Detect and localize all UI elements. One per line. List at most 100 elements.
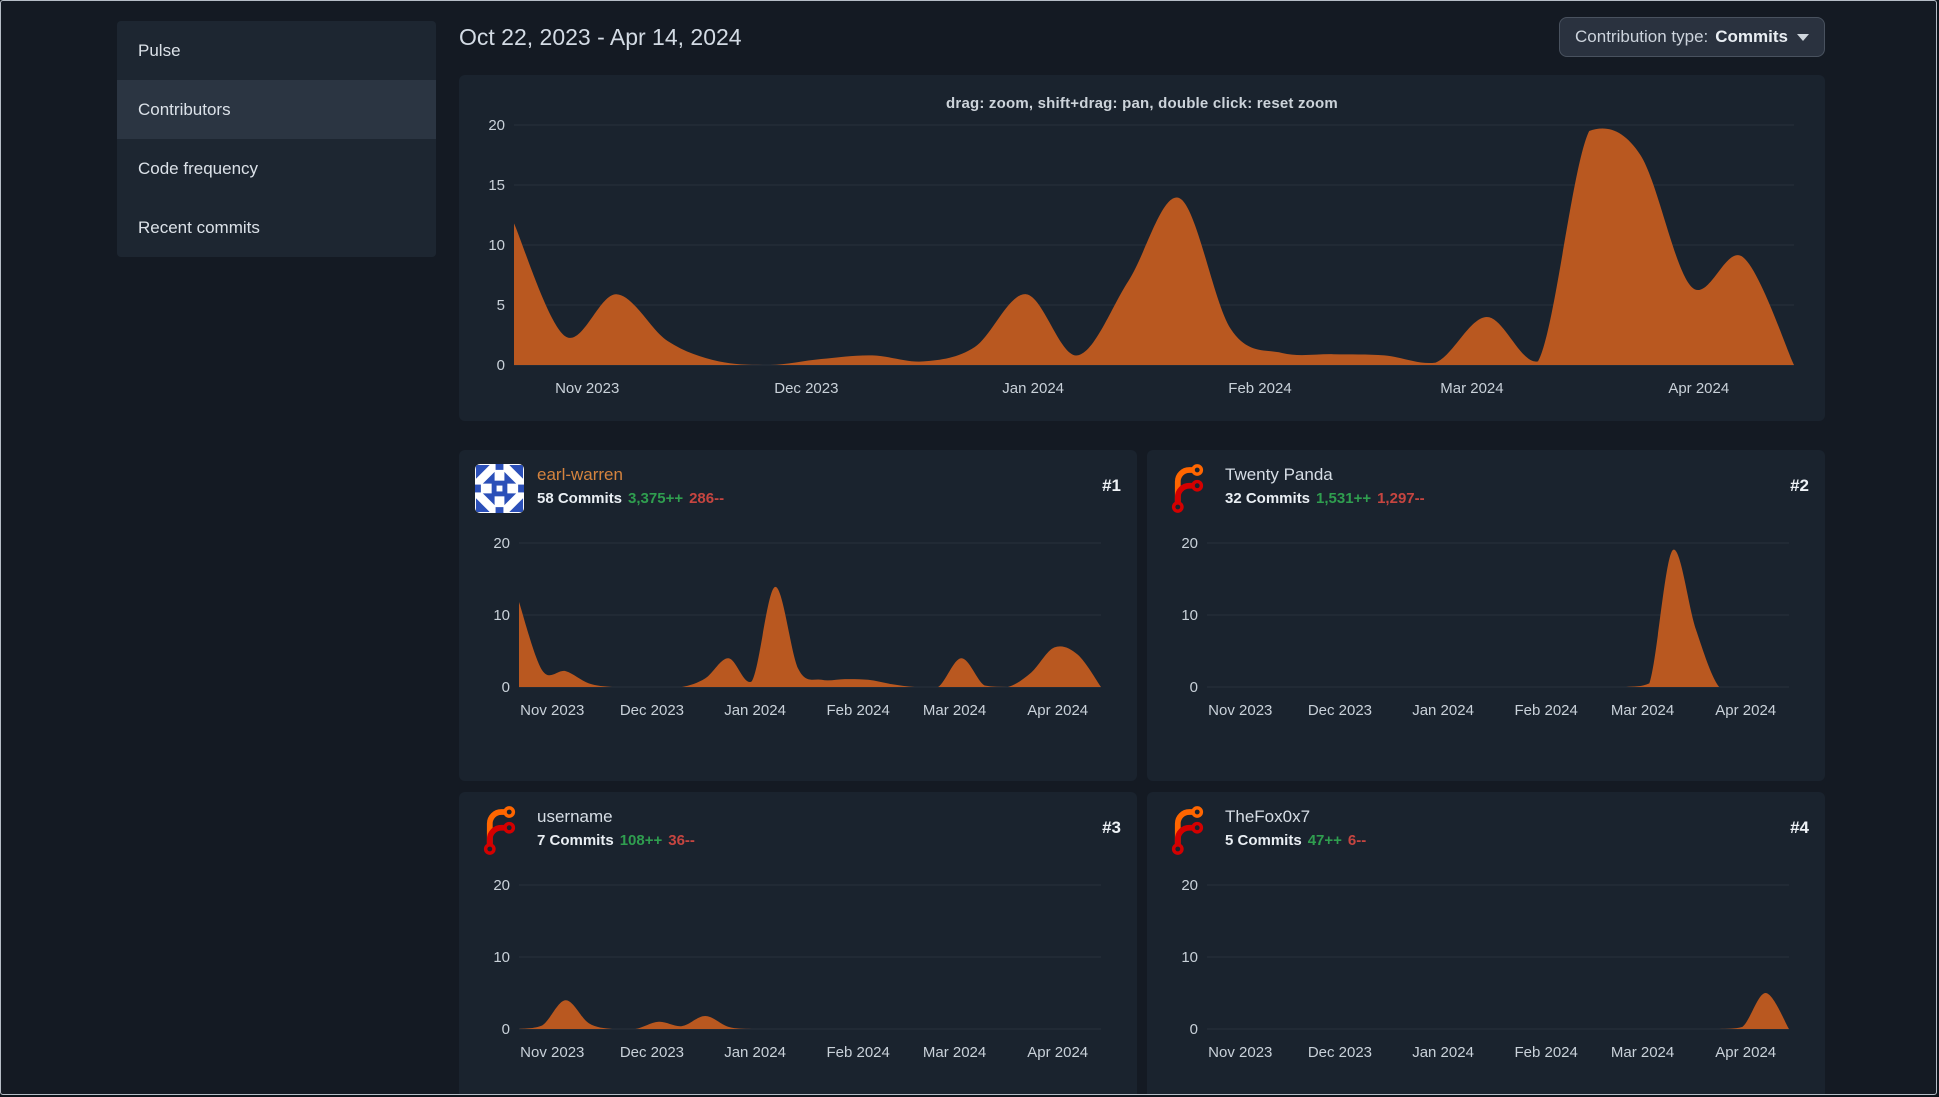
deletions-count: 1,297--	[1377, 490, 1425, 507]
main-content: Oct 22, 2023 - Apr 14, 2024 Contribution…	[459, 1, 1825, 1094]
additions-count: 47++	[1307, 832, 1342, 849]
svg-text:Feb 2024: Feb 2024	[826, 702, 889, 719]
commit-count: 32 Commits	[1225, 490, 1311, 507]
commit-count: 5 Commits	[1225, 832, 1302, 849]
additions-count: 1,531++	[1316, 490, 1372, 507]
svg-text:20: 20	[493, 535, 510, 552]
contribution-type-value: Commits	[1715, 27, 1788, 46]
commit-count: 7 Commits	[537, 832, 614, 849]
sidebar-item-pulse[interactable]: Pulse	[117, 21, 436, 80]
forgejo-logo-avatar	[475, 806, 524, 855]
sidebar-item-code-frequency[interactable]: Code frequency	[117, 139, 436, 198]
contributor-name: TheFox0x7	[1225, 807, 1311, 826]
svg-text:Apr 2024: Apr 2024	[1715, 702, 1776, 719]
contribution-type-label: Contribution type:	[1575, 27, 1709, 46]
rank-badge: #1	[1102, 476, 1121, 495]
contributor-info: earl-warren 58 Commits 3,375++ 286--	[537, 464, 1089, 507]
forgejo-logo-avatar	[1163, 464, 1212, 513]
deletions-count: 286--	[689, 490, 725, 507]
svg-text:Nov 2023: Nov 2023	[1208, 1044, 1272, 1061]
contributor-stats: 5 Commits 47++ 6--	[1225, 832, 1777, 849]
deletions-count: 36--	[668, 832, 695, 849]
svg-text:Jan 2024: Jan 2024	[1412, 702, 1474, 719]
svg-text:Feb 2024: Feb 2024	[1228, 380, 1291, 397]
contributor-chart[interactable]: 0 10 20 Nov 2023 Dec 2023 Jan 2024 Feb 2024 Mar…	[475, 871, 1121, 1073]
app-window: Pulse Contributors Code frequency Recent…	[0, 0, 1937, 1095]
contributor-card: username 7 Commits 108++ 36-- #3 0 10 20 Nov …	[459, 792, 1137, 1094]
contributor-header: Twenty Panda 32 Commits 1,531++ 1,297-- #2	[1163, 464, 1809, 513]
contributor-card: TheFox0x7 5 Commits 47++ 6-- #4 0 10 20 Nov 2…	[1147, 792, 1825, 1094]
svg-text:20: 20	[1181, 877, 1198, 894]
additions-count: 108++	[619, 832, 663, 849]
content-header: Oct 22, 2023 - Apr 14, 2024 Contribution…	[459, 15, 1825, 59]
svg-text:Feb 2024: Feb 2024	[1514, 702, 1577, 719]
svg-text:10: 10	[1181, 607, 1198, 624]
svg-text:15: 15	[488, 177, 505, 194]
svg-text:Apr 2024: Apr 2024	[1715, 1044, 1776, 1061]
svg-text:Mar 2024: Mar 2024	[1611, 1044, 1674, 1061]
rank-badge: #4	[1790, 818, 1809, 837]
svg-text:Feb 2024: Feb 2024	[826, 1044, 889, 1061]
chart-zoom-hint: drag: zoom, shift+drag: pan, double clic…	[946, 95, 1338, 112]
svg-text:10: 10	[493, 607, 510, 624]
svg-text:20: 20	[493, 877, 510, 894]
svg-text:Nov 2023: Nov 2023	[520, 702, 584, 719]
contributor-stats: 58 Commits 3,375++ 286--	[537, 490, 1089, 507]
svg-text:Nov 2023: Nov 2023	[520, 1044, 584, 1061]
svg-text:0: 0	[502, 679, 510, 696]
date-range-title: Oct 22, 2023 - Apr 14, 2024	[459, 23, 742, 50]
contributor-chart[interactable]: 0 10 20 Nov 2023 Dec 2023 Jan 2024 Feb 2024 Mar…	[1163, 529, 1809, 731]
svg-text:0: 0	[1190, 1021, 1198, 1038]
svg-text:Dec 2023: Dec 2023	[774, 380, 838, 397]
svg-text:20: 20	[488, 117, 505, 134]
svg-text:Apr 2024: Apr 2024	[1027, 1044, 1088, 1061]
contributor-info: Twenty Panda 32 Commits 1,531++ 1,297--	[1225, 464, 1777, 507]
contributor-header: earl-warren 58 Commits 3,375++ 286-- #1	[475, 464, 1121, 513]
svg-text:0: 0	[497, 357, 505, 374]
sidebar: Pulse Contributors Code frequency Recent…	[117, 21, 436, 257]
contributor-stats: 7 Commits 108++ 36--	[537, 832, 1089, 849]
overall-commits-card: drag: zoom, shift+drag: pan, double clic…	[459, 75, 1825, 421]
svg-text:Nov 2023: Nov 2023	[1208, 702, 1272, 719]
rank-badge: #3	[1102, 818, 1121, 837]
svg-text:Apr 2024: Apr 2024	[1027, 702, 1088, 719]
svg-text:Jan 2024: Jan 2024	[724, 702, 786, 719]
svg-text:Jan 2024: Jan 2024	[1412, 1044, 1474, 1061]
commit-count: 58 Commits	[537, 490, 623, 507]
svg-text:Mar 2024: Mar 2024	[1611, 702, 1674, 719]
svg-text:Dec 2023: Dec 2023	[620, 1044, 684, 1061]
contributor-cards-grid: earl-warren 58 Commits 3,375++ 286-- #1 0 1…	[459, 450, 1825, 1094]
svg-text:Dec 2023: Dec 2023	[1308, 702, 1372, 719]
avatar	[475, 464, 524, 513]
deletions-count: 6--	[1347, 832, 1367, 849]
svg-text:Jan 2024: Jan 2024	[724, 1044, 786, 1061]
contributor-chart[interactable]: 0 10 20 Nov 2023 Dec 2023 Jan 2024 Feb 2024 Mar…	[1163, 871, 1809, 1073]
svg-text:Dec 2023: Dec 2023	[620, 702, 684, 719]
chevron-down-icon	[1797, 33, 1809, 41]
contributor-name: username	[537, 807, 613, 826]
contributor-name-link[interactable]: earl-warren	[537, 465, 623, 485]
contribution-type-dropdown[interactable]: Contribution type: Commits	[1559, 17, 1825, 57]
svg-text:Mar 2024: Mar 2024	[1440, 380, 1503, 397]
forgejo-logo-avatar	[1163, 806, 1212, 855]
contributor-card: Twenty Panda 32 Commits 1,531++ 1,297-- #2…	[1147, 450, 1825, 781]
svg-text:Feb 2024: Feb 2024	[1514, 1044, 1577, 1061]
svg-text:20: 20	[1181, 535, 1198, 552]
svg-text:0: 0	[1190, 679, 1198, 696]
svg-text:Apr 2024: Apr 2024	[1668, 380, 1729, 397]
svg-text:10: 10	[488, 237, 505, 254]
svg-text:Dec 2023: Dec 2023	[1308, 1044, 1372, 1061]
sidebar-item-recent-commits[interactable]: Recent commits	[117, 198, 436, 257]
contributor-stats: 32 Commits 1,531++ 1,297--	[1225, 490, 1777, 507]
contributor-header: username 7 Commits 108++ 36-- #3	[475, 806, 1121, 855]
contributor-info: username 7 Commits 108++ 36--	[537, 806, 1089, 849]
rank-badge: #2	[1790, 476, 1809, 495]
svg-text:5: 5	[497, 297, 505, 314]
contributor-card: earl-warren 58 Commits 3,375++ 286-- #1 0 1…	[459, 450, 1137, 781]
contributor-chart[interactable]: 0 10 20 Nov 2023 Dec 2023 Jan 2024 Feb 2024 Mar…	[475, 529, 1121, 731]
svg-text:Nov 2023: Nov 2023	[555, 380, 619, 397]
sidebar-item-contributors[interactable]: Contributors	[117, 80, 436, 139]
contributor-header: TheFox0x7 5 Commits 47++ 6-- #4	[1163, 806, 1809, 855]
additions-count: 3,375++	[628, 490, 684, 507]
overall-commits-chart[interactable]: 0 5 10 15 20 Nov 2023 Dec 2023 Jan 2024 Feb 2024…	[464, 113, 1820, 413]
